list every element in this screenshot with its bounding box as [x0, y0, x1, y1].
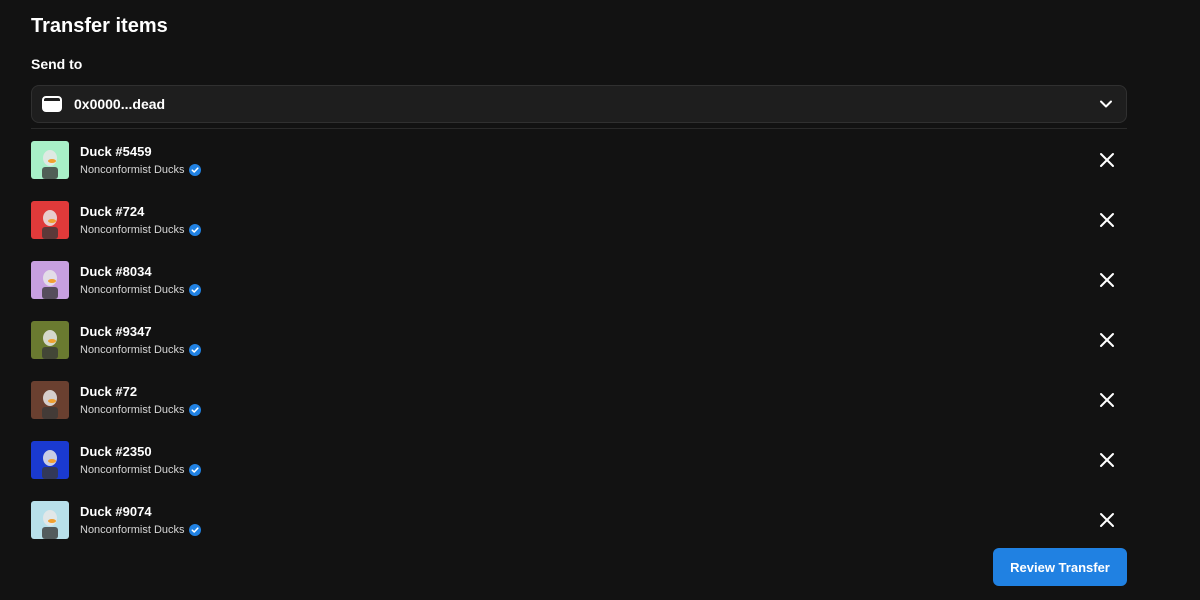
review-transfer-button[interactable]: Review Transfer: [993, 548, 1127, 586]
remove-item-button[interactable]: [1097, 270, 1117, 290]
collection-label: Nonconformist Ducks: [80, 523, 185, 536]
item-name: Duck #724: [80, 203, 145, 219]
close-icon: [1100, 453, 1114, 467]
nft-thumbnail: [31, 321, 69, 359]
collection-label: Nonconformist Ducks: [80, 343, 185, 356]
collection-name: Nonconformist Ducks: [80, 463, 201, 478]
recipient-select[interactable]: 0x0000...dead: [31, 85, 1127, 123]
chevron-down-icon[interactable]: [1098, 96, 1114, 112]
collection-label: Nonconformist Ducks: [80, 403, 185, 416]
remove-item-button[interactable]: [1097, 150, 1117, 170]
nft-thumbnail: [31, 441, 69, 479]
collection-name: Nonconformist Ducks: [80, 403, 201, 418]
collection-label: Nonconformist Ducks: [80, 163, 185, 176]
verified-badge-icon: [188, 344, 201, 356]
list-item: Duck #9074 Nonconformist Ducks: [31, 501, 1127, 539]
item-name: Duck #9074: [80, 503, 152, 519]
remove-item-button[interactable]: [1097, 510, 1117, 530]
wallet-icon: [42, 96, 62, 112]
collection-label: Nonconformist Ducks: [80, 223, 185, 236]
collection-name: Nonconformist Ducks: [80, 523, 201, 538]
list-item: Duck #9347 Nonconformist Ducks: [31, 321, 1127, 359]
item-name: Duck #9347: [80, 323, 152, 339]
item-name: Duck #72: [80, 383, 138, 399]
list-item: Duck #2350 Nonconformist Ducks: [31, 441, 1127, 479]
remove-item-button[interactable]: [1097, 330, 1117, 350]
nft-thumbnail: [31, 261, 69, 299]
list-item: Duck #8034 Nonconformist Ducks: [31, 261, 1127, 299]
recipient-address: 0x0000...dead: [74, 96, 166, 112]
transfer-page: Transfer items Send to 0x0000...dead Duc…: [0, 0, 1200, 600]
list-item: Duck #5459 Nonconformist Ducks: [31, 141, 1127, 179]
item-list: Duck #5459 Nonconformist Ducks Duck #724 No…: [31, 141, 1127, 561]
item-name: Duck #8034: [80, 263, 152, 279]
close-icon: [1100, 153, 1114, 167]
nft-thumbnail: [31, 141, 69, 179]
nft-thumbnail: [31, 381, 69, 419]
close-icon: [1100, 333, 1114, 347]
item-name: Duck #2350: [80, 443, 152, 459]
verified-badge-icon: [188, 464, 201, 476]
remove-item-button[interactable]: [1097, 390, 1117, 410]
list-item: Duck #72 Nonconformist Ducks: [31, 381, 1127, 419]
close-icon: [1100, 213, 1114, 227]
verified-badge-icon: [188, 524, 201, 536]
collection-name: Nonconformist Ducks: [80, 283, 201, 298]
collection-name: Nonconformist Ducks: [80, 163, 201, 178]
verified-badge-icon: [188, 224, 201, 236]
collection-label: Nonconformist Ducks: [80, 283, 185, 296]
collection-label: Nonconformist Ducks: [80, 463, 185, 476]
close-icon: [1100, 393, 1114, 407]
verified-badge-icon: [188, 284, 201, 296]
nft-thumbnail: [31, 201, 69, 239]
remove-item-button[interactable]: [1097, 210, 1117, 230]
send-to-label: Send to: [31, 56, 83, 72]
close-icon: [1100, 273, 1114, 287]
collection-name: Nonconformist Ducks: [80, 223, 201, 238]
item-name: Duck #5459: [80, 143, 152, 159]
collection-name: Nonconformist Ducks: [80, 343, 201, 358]
verified-badge-icon: [188, 164, 201, 176]
close-icon: [1100, 513, 1114, 527]
divider: [31, 128, 1127, 129]
page-title: Transfer items: [31, 15, 168, 37]
verified-badge-icon: [188, 404, 201, 416]
remove-item-button[interactable]: [1097, 450, 1117, 470]
list-item: Duck #724 Nonconformist Ducks: [31, 201, 1127, 239]
nft-thumbnail: [31, 501, 69, 539]
